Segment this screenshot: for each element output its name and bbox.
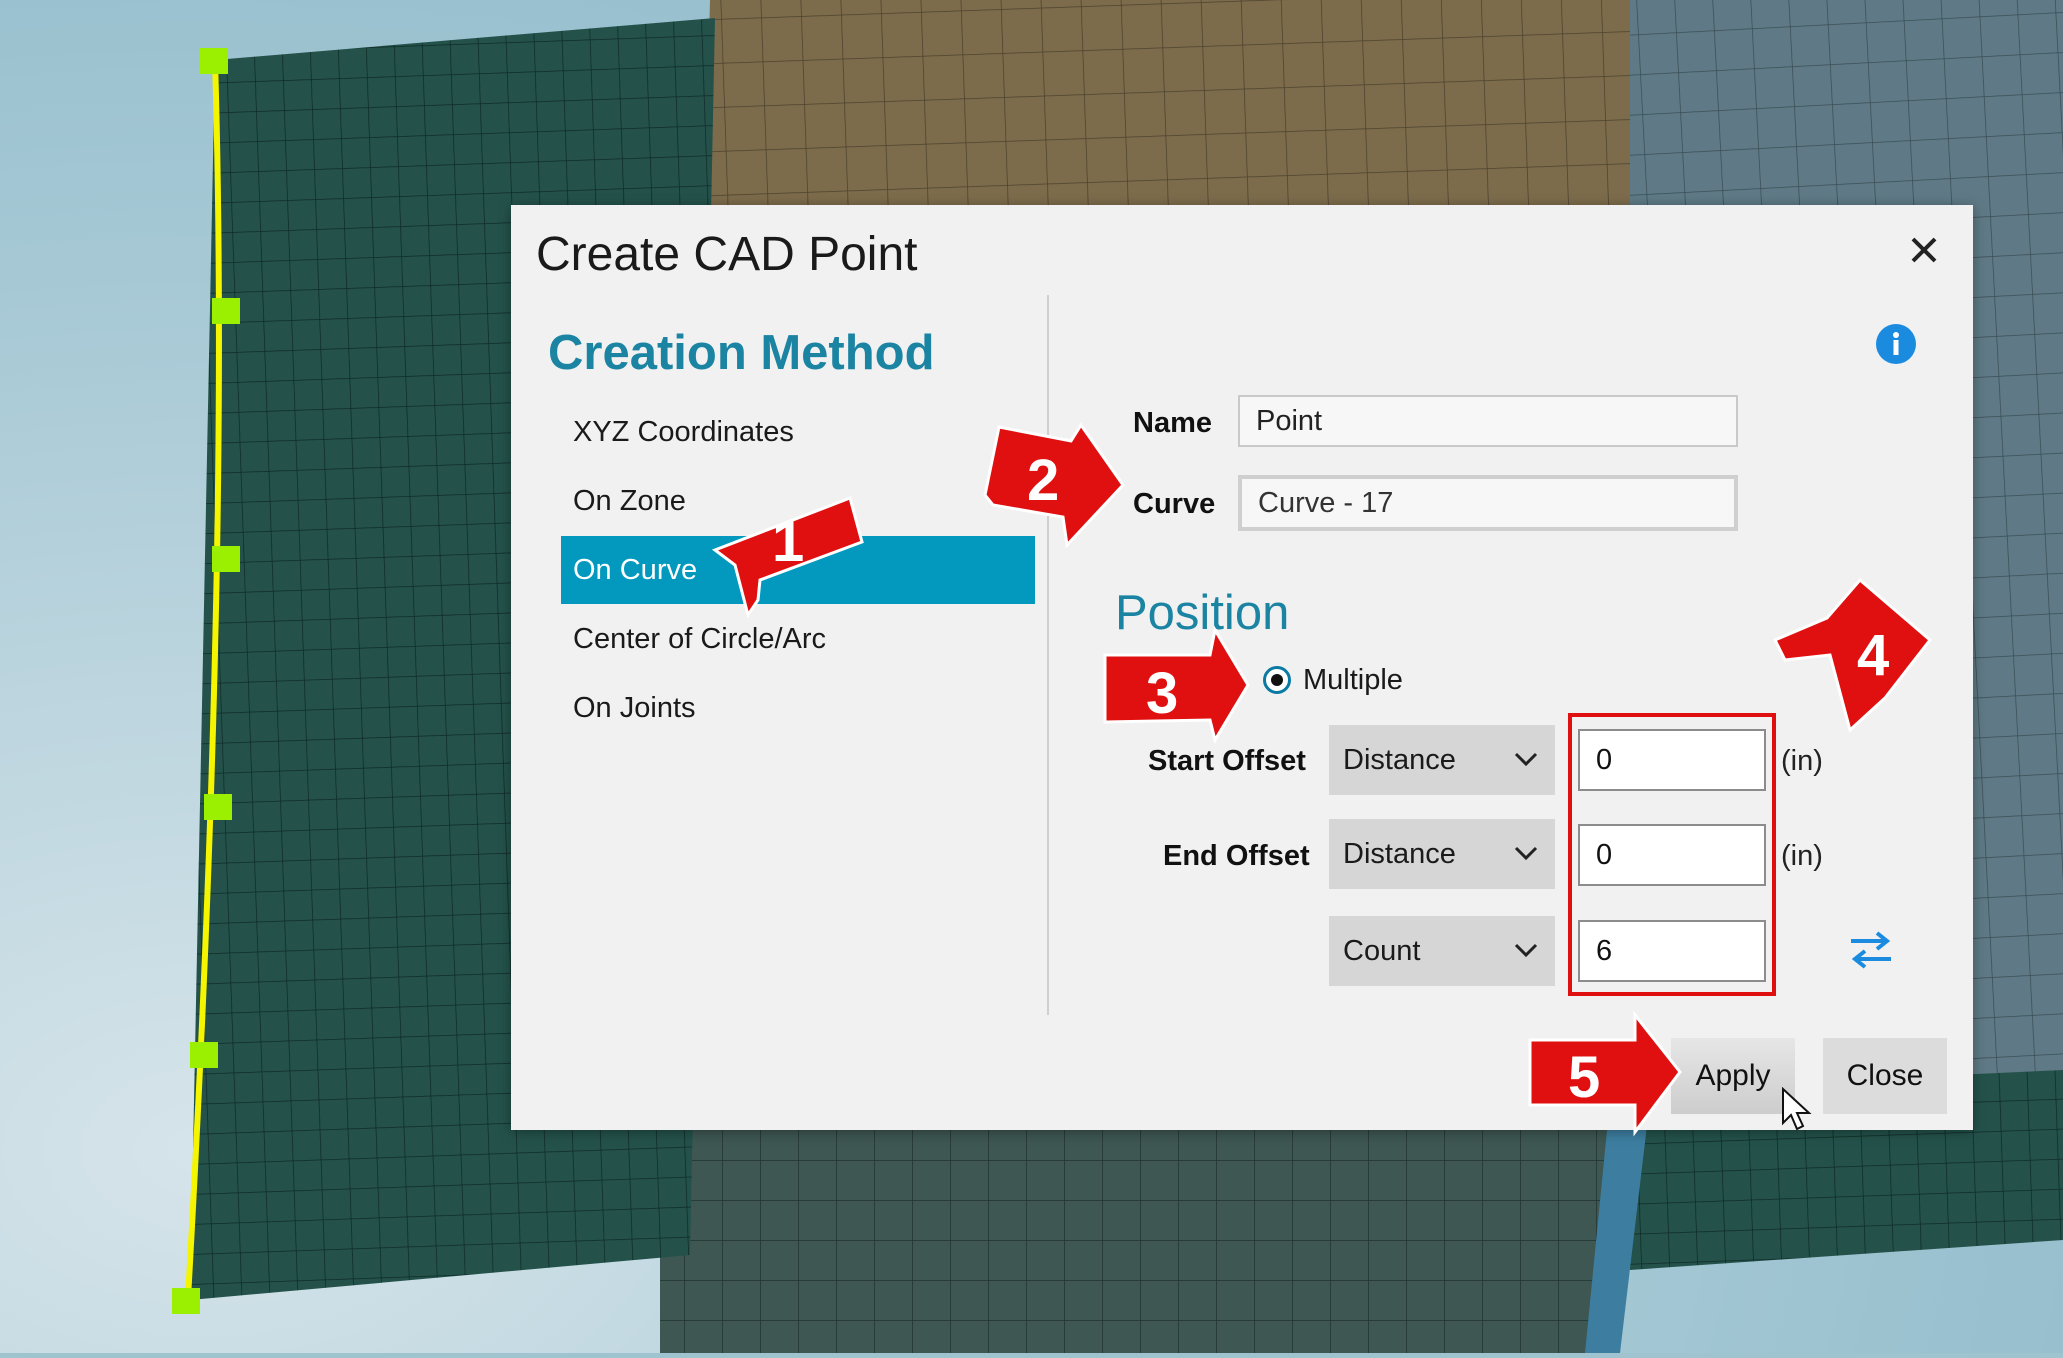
annotation-number-3: 3 [1146, 661, 1179, 726]
apply-button[interactable]: Apply [1671, 1038, 1795, 1114]
start-offset-type-dropdown[interactable]: Distance [1329, 725, 1555, 795]
multiple-radio[interactable]: Multiple [1263, 660, 1403, 700]
offset-highlight-box [1568, 713, 1776, 996]
name-field[interactable] [1238, 395, 1738, 447]
chevron-down-icon [1514, 752, 1538, 767]
annotation-arrow-3: 3 [1100, 625, 1250, 750]
end-offset-unit: (in) [1781, 840, 1823, 872]
close-button[interactable]: Close [1823, 1038, 1947, 1114]
curve-label: Curve [1133, 488, 1216, 520]
count-type-dropdown[interactable]: Count [1329, 916, 1555, 986]
end-offset-type-value: Distance [1343, 838, 1456, 870]
swap-direction-icon[interactable] [1849, 929, 1893, 971]
end-offset-type-dropdown[interactable]: Distance [1329, 819, 1555, 889]
curve-field[interactable] [1238, 475, 1738, 531]
method-on-joints[interactable]: On Joints [561, 674, 1035, 742]
chevron-down-icon [1514, 943, 1538, 958]
mouse-cursor-icon [1782, 1087, 1812, 1131]
end-offset-label: End Offset [1163, 840, 1310, 872]
chevron-down-icon [1514, 846, 1538, 861]
annotation-number-2: 2 [1027, 448, 1060, 513]
annotation-number-5: 5 [1568, 1045, 1601, 1110]
close-icon[interactable] [1903, 229, 1945, 271]
start-offset-unit: (in) [1781, 745, 1823, 777]
annotation-number-4: 4 [1857, 623, 1890, 688]
radio-button[interactable] [1263, 666, 1291, 694]
annotation-number-1: 1 [772, 509, 805, 574]
annotation-arrow-1: 1 [700, 480, 870, 620]
creation-method-title: Creation Method [548, 326, 935, 380]
panel-divider [1047, 295, 1049, 1015]
multiple-radio-label: Multiple [1303, 663, 1403, 696]
annotation-arrow-5: 5 [1528, 1010, 1682, 1137]
name-label: Name [1133, 407, 1212, 439]
annotation-arrow-4: 4 [1772, 577, 1935, 733]
info-icon[interactable] [1875, 323, 1917, 365]
method-xyz-coordinates[interactable]: XYZ Coordinates [561, 398, 1035, 466]
dialog-title: Create CAD Point [536, 228, 918, 281]
start-offset-type-value: Distance [1343, 744, 1456, 776]
count-type-value: Count [1343, 935, 1421, 967]
annotation-arrow-2: 2 [983, 422, 1135, 550]
